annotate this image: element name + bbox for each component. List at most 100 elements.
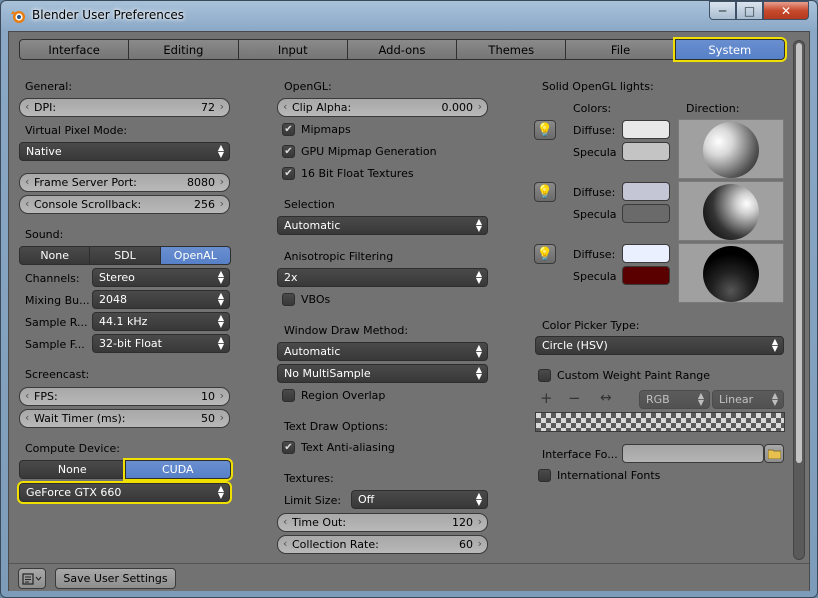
tab-system[interactable]: System	[672, 37, 787, 62]
dpi-label: DPI:	[34, 101, 57, 114]
text-draw-heading: Text Draw Options:	[284, 420, 389, 433]
maximize-button[interactable]: □	[736, 1, 763, 20]
light3-diffuse-swatch[interactable]	[622, 244, 670, 263]
interface-font-input[interactable]	[622, 444, 764, 463]
blender-logo-icon	[11, 11, 25, 23]
tab-themes[interactable]: Themes	[456, 39, 567, 60]
compute-none-button[interactable]: None	[19, 460, 126, 479]
color-picker-select[interactable]: Circle (HSV) ▲ ▼	[535, 336, 784, 355]
remove-stop-icon[interactable]: −	[568, 389, 581, 407]
light3-specular-swatch[interactable]	[622, 266, 670, 285]
dropdown-arrow-icon: ▲ ▼	[771, 337, 778, 353]
diffuse-label: Diffuse:	[573, 248, 616, 261]
mixing-buffer-label: Mixing Bu...	[25, 294, 90, 307]
text-antialiasing-label: Text Anti-aliasing	[301, 441, 395, 454]
color-ramp-preview[interactable]	[535, 412, 785, 432]
anisotropic-select[interactable]: 2x ▲ ▼	[277, 268, 488, 287]
region-overlap-checkbox[interactable]: Region Overlap	[282, 389, 385, 402]
light1-ball	[703, 122, 759, 178]
light2-diffuse-swatch[interactable]	[622, 182, 670, 201]
sample-format-select[interactable]: 32-bit Float ▲ ▼	[92, 334, 230, 353]
save-user-settings-button[interactable]: Save User Settings	[55, 568, 176, 589]
console-scrollback-value: 256	[194, 198, 215, 211]
wait-timer-field[interactable]: Wait Timer (ms): 50	[19, 409, 230, 428]
tab-addons[interactable]: Add-ons	[346, 39, 458, 60]
sound-selector: None SDL OpenAL	[19, 246, 231, 265]
window-draw-method-select[interactable]: Automatic ▲ ▼	[277, 342, 488, 361]
channels-select[interactable]: Stereo ▲ ▼	[92, 268, 230, 287]
dropdown-arrow-icon: ▲ ▼	[771, 391, 778, 407]
text-antialiasing-checkbox[interactable]: ✔ Text Anti-aliasing	[282, 441, 395, 454]
minimize-button[interactable]: ─	[709, 1, 736, 20]
region-overlap-label: Region Overlap	[301, 389, 386, 402]
time-out-field[interactable]: Time Out: 120	[277, 513, 488, 532]
rgb-select[interactable]: RGB ▲ ▼	[639, 390, 710, 409]
light2-direction-sphere[interactable]	[678, 181, 784, 241]
bottom-bar: Save User Settings	[9, 563, 809, 591]
virtual-pixel-mode-select[interactable]: Native ▲ ▼	[19, 142, 230, 161]
checkmark-icon: ✔	[282, 123, 295, 136]
interface-font-label: Interface Fo...	[542, 448, 618, 461]
mixing-buffer-select[interactable]: 2048 ▲ ▼	[92, 290, 230, 309]
light1-diffuse-swatch[interactable]	[622, 120, 670, 139]
light2-specular-swatch[interactable]	[622, 204, 670, 223]
compute-cuda-button[interactable]: CUDA	[122, 458, 233, 481]
dropdown-arrow-icon: ▲ ▼	[217, 335, 224, 351]
sample-rate-select[interactable]: 44.1 kHz ▲ ▼	[92, 312, 230, 331]
sound-sdl-button[interactable]: SDL	[89, 246, 161, 265]
tab-editing[interactable]: Editing	[128, 39, 239, 60]
title-bar[interactable]: Blender User Preferences ─ □ ✕	[1, 1, 817, 31]
sound-openal-button[interactable]: OpenAL	[159, 246, 231, 265]
fps-field[interactable]: FPS: 10	[19, 387, 230, 406]
light1-direction-sphere[interactable]	[678, 119, 784, 179]
specular-label: Specula	[573, 270, 617, 283]
vbos-label: VBOs	[301, 293, 331, 306]
gpu-device-select[interactable]: GeForce GTX 660 ▲ ▼	[17, 481, 232, 504]
custom-weight-paint-checkbox[interactable]: Custom Weight Paint Range	[538, 369, 710, 382]
light-bulb-icon[interactable]: 💡	[534, 120, 556, 140]
add-stop-icon[interactable]: +	[540, 389, 553, 407]
console-scrollback-field[interactable]: Console Scrollback: 256	[19, 195, 230, 214]
limit-size-select[interactable]: Off ▲ ▼	[351, 490, 488, 509]
light3-direction-sphere[interactable]	[678, 243, 784, 303]
tab-input[interactable]: Input	[237, 39, 348, 60]
mipmaps-checkbox[interactable]: ✔ Mipmaps	[282, 123, 351, 136]
light-bulb-icon[interactable]: 💡	[534, 244, 556, 264]
selection-select[interactable]: Automatic ▲ ▼	[277, 216, 488, 235]
sample-format-label: Sample F...	[25, 338, 85, 351]
tab-file[interactable]: File	[565, 39, 676, 60]
scrollbar-thumb[interactable]	[796, 43, 802, 463]
opengl-heading: OpenGL:	[284, 80, 332, 93]
virtual-pixel-mode-label: Virtual Pixel Mode:	[25, 124, 128, 137]
screencast-heading: Screencast:	[25, 368, 90, 381]
clip-alpha-field[interactable]: Clip Alpha: 0.000	[277, 98, 488, 117]
wait-timer-value: 50	[201, 412, 215, 425]
close-button[interactable]: ✕	[763, 1, 809, 20]
selection-value: Automatic	[284, 219, 341, 232]
clip-alpha-label: Clip Alpha:	[292, 101, 352, 114]
dropdown-arrow-icon: ▲ ▼	[217, 484, 224, 500]
limit-size-label: Limit Size:	[284, 494, 342, 507]
wait-timer-label: Wait Timer (ms):	[34, 412, 126, 425]
gpu-mipmap-checkbox[interactable]: ✔ GPU Mipmap Generation	[282, 145, 437, 158]
tab-interface[interactable]: Interface	[19, 39, 130, 60]
multisample-select[interactable]: No MultiSample ▲ ▼	[277, 364, 488, 383]
swap-icon[interactable]: ↔	[600, 390, 612, 406]
tab-bar: Interface Editing Input Add-ons Themes F…	[19, 37, 787, 62]
international-fonts-checkbox[interactable]: International Fonts	[538, 469, 660, 482]
console-scrollback-label: Console Scrollback:	[34, 198, 142, 211]
sound-none-button[interactable]: None	[19, 246, 91, 265]
interpolation-select[interactable]: Linear ▲ ▼	[712, 390, 784, 409]
editor-type-menu-icon[interactable]	[18, 568, 46, 589]
collection-rate-field[interactable]: Collection Rate: 60	[277, 535, 488, 554]
dpi-field[interactable]: DPI: 72	[19, 98, 230, 117]
vbos-checkbox[interactable]: VBOs	[282, 293, 330, 306]
vertical-scrollbar[interactable]	[793, 40, 805, 560]
frame-server-port-field[interactable]: Frame Server Port: 8080	[19, 173, 230, 192]
light1-specular-swatch[interactable]	[622, 142, 670, 161]
folder-icon[interactable]	[764, 444, 784, 463]
float-textures-checkbox[interactable]: ✔ 16 Bit Float Textures	[282, 167, 414, 180]
multisample-value: No MultiSample	[284, 367, 371, 380]
light-bulb-icon[interactable]: 💡	[534, 182, 556, 202]
compute-device-heading: Compute Device:	[25, 442, 120, 455]
